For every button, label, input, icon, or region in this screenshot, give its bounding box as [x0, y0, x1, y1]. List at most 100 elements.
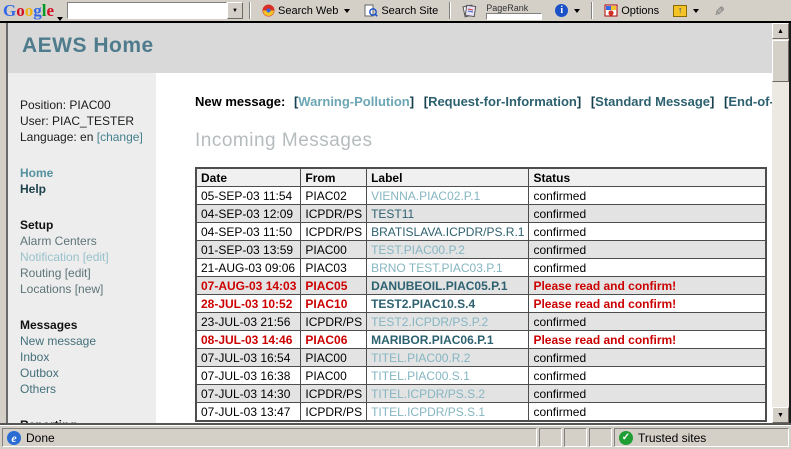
- highlight-button[interactable]: ✎: [708, 1, 729, 20]
- options-button[interactable]: Options: [599, 1, 664, 20]
- cell-date: 07-JUL-03 16:38: [196, 367, 301, 385]
- status-panel-security-zone: ✓ Trusted sites: [614, 428, 789, 447]
- message-label-link[interactable]: TITEL.ICPDR/PS.S.1: [371, 405, 485, 419]
- new-message-link-request-for-information[interactable]: [Request-for-Information]: [424, 94, 581, 109]
- section-title-messages: Messages: [20, 317, 156, 333]
- cell-label: TITEL.ICPDR/PS.S.2: [367, 385, 529, 403]
- cell-label: TEST2.PIAC10.S.4: [367, 295, 529, 313]
- section-title-setup: Setup: [20, 217, 156, 233]
- combo-arrow-icon: ▼: [232, 8, 238, 14]
- sidebar-item-home[interactable]: Home: [20, 165, 156, 181]
- scrollbar-track[interactable]: [772, 39, 789, 407]
- scroll-down-button[interactable]: ▼: [772, 407, 789, 423]
- sidebar-item-outbox[interactable]: Outbox: [20, 365, 156, 381]
- page-info-button[interactable]: i: [550, 1, 585, 20]
- cell-from: ICPDR/PS: [301, 223, 367, 241]
- cell-status: confirmed: [529, 205, 766, 223]
- scroll-up-button[interactable]: ▲: [772, 23, 789, 39]
- sidebar-item-alarm-centers[interactable]: Alarm Centers: [20, 233, 156, 249]
- main-content: New message: [Warning-Pollution] [Reques…: [156, 73, 772, 423]
- table-row: 21-AUG-03 09:06PIAC03BRNO TEST.PIAC03.P.…: [196, 259, 766, 277]
- google-ball-icon: [262, 4, 275, 17]
- table-row: 23-JUL-03 21:56ICPDR/PSTEST2.ICPDR/PS.P.…: [196, 313, 766, 331]
- up-level-button[interactable]: ↑: [668, 1, 704, 20]
- cell-label: TEST.PIAC00.P.2: [367, 241, 529, 259]
- message-label-link[interactable]: BRNO TEST.PIAC03.P.1: [371, 261, 503, 275]
- scrollbar-thumb[interactable]: [772, 40, 789, 82]
- table-row: 07-JUL-03 14:30ICPDR/PSTITEL.ICPDR/PS.S.…: [196, 385, 766, 403]
- status-panel-empty: [539, 428, 562, 447]
- google-logo-text: Google: [3, 1, 54, 21]
- pagerank-label: PageRank: [486, 4, 546, 13]
- message-label-link[interactable]: MARIBOR.PIAC06.P.1: [371, 333, 493, 347]
- toolbar-search-combo: ▼: [67, 2, 243, 19]
- message-label-link[interactable]: TEST2.ICPDR/PS.P.2: [371, 315, 488, 329]
- cell-label: BRNO TEST.PIAC03.P.1: [367, 259, 529, 277]
- news-button[interactable]: [457, 1, 482, 20]
- sidebar-section-messages: Messages New message Inbox Outbox Others: [20, 317, 156, 397]
- page-info-dropdown-icon[interactable]: [574, 9, 580, 13]
- message-label-link[interactable]: DANUBEOIL.PIAC05.P.1: [371, 279, 507, 293]
- sidebar-item-locations-new[interactable]: Locations [new]: [20, 281, 156, 297]
- link-text: Standard Message: [595, 94, 710, 109]
- vertical-scrollbar[interactable]: ▲ ▼: [772, 23, 789, 423]
- table-row: 05-SEP-03 11:54PIAC02VIENNA.PIAC02.P.1co…: [196, 187, 766, 205]
- sidebar-item-help[interactable]: Help: [20, 181, 156, 197]
- search-input[interactable]: [67, 2, 227, 19]
- message-label-link[interactable]: VIENNA.PIAC02.P.1: [371, 189, 480, 203]
- message-label-link[interactable]: TITEL.PIAC00.R.2: [371, 351, 470, 365]
- logo-dropdown-icon[interactable]: [57, 17, 63, 21]
- column-header-date: Date: [196, 168, 301, 187]
- pagerank-bar: [486, 13, 542, 20]
- search-web-button[interactable]: Search Web: [257, 1, 355, 20]
- new-message-link-warning-pollution[interactable]: [Warning-Pollution]: [294, 94, 414, 109]
- up-level-dropdown-icon[interactable]: [693, 9, 699, 13]
- trusted-sites-text: Trusted sites: [638, 431, 706, 445]
- cell-status: confirmed: [529, 367, 766, 385]
- bracket: ]: [410, 94, 414, 109]
- status-panel-empty: [589, 428, 612, 447]
- search-web-dropdown-icon[interactable]: [344, 9, 350, 13]
- cell-from: PIAC03: [301, 259, 367, 277]
- new-message-link-standard-message[interactable]: [Standard Message]: [591, 94, 715, 109]
- google-logo[interactable]: Google: [3, 0, 63, 21]
- sidebar-item-routing-edit[interactable]: Routing [edit]: [20, 265, 156, 281]
- sidebar-item-notification-edit[interactable]: Notification [edit]: [20, 249, 156, 265]
- search-site-button[interactable]: Search Site: [359, 1, 443, 20]
- message-label-link[interactable]: TEST.PIAC00.P.2: [371, 243, 465, 257]
- table-header-row: Date From Label Status: [196, 168, 766, 187]
- cell-from: PIAC10: [301, 295, 367, 313]
- cell-from: ICPDR/PS: [301, 403, 367, 422]
- new-message-link-end-of-alert[interactable]: [End-of-Alert]: [724, 94, 772, 109]
- sidebar-item-inbox[interactable]: Inbox: [20, 349, 156, 365]
- table-row: 08-JUL-03 14:46PIAC06MARIBOR.PIAC06.P.1P…: [196, 331, 766, 349]
- cell-date: 23-JUL-03 21:56: [196, 313, 301, 331]
- sidebar-item-new-message[interactable]: New message: [20, 333, 156, 349]
- new-message-bar: New message: [Warning-Pollution] [Reques…: [195, 94, 772, 109]
- cell-label: TITEL.PIAC00.R.2: [367, 349, 529, 367]
- section-title-reporting: Reporting: [20, 417, 156, 423]
- google-toolbar: Google ▼ Search Web Search Site PageRank…: [0, 0, 791, 23]
- message-label-link[interactable]: TITEL.ICPDR/PS.S.2: [371, 387, 485, 401]
- status-text: Done: [26, 431, 55, 445]
- table-row: 07-AUG-03 14:03PIAC05DANUBEOIL.PIAC05.P.…: [196, 277, 766, 295]
- cell-label: TITEL.PIAC00.S.1: [367, 367, 529, 385]
- cell-label: DANUBEOIL.PIAC05.P.1: [367, 277, 529, 295]
- message-label-link[interactable]: TEST11: [371, 207, 414, 221]
- sidebar-nav-top: Home Help: [20, 165, 156, 197]
- pagerank-indicator[interactable]: PageRank: [486, 1, 546, 20]
- trusted-sites-icon: ✓: [619, 431, 633, 445]
- cell-status: confirmed: [529, 241, 766, 259]
- status-bar: e Done ✓ Trusted sites: [0, 425, 791, 449]
- message-label-link[interactable]: BRATISLAVA.ICPDR/PS.R.1: [371, 225, 524, 239]
- cell-status: confirmed: [529, 187, 766, 205]
- position-text: Position: PIAC00: [20, 97, 156, 113]
- language-change-link[interactable]: [change]: [97, 130, 143, 144]
- search-history-dropdown-button[interactable]: ▼: [227, 2, 243, 19]
- message-label-link[interactable]: TEST2.PIAC10.S.4: [371, 297, 475, 311]
- link-text: Request-for-Information: [428, 94, 577, 109]
- options-label: Options: [621, 5, 659, 17]
- cell-from: PIAC00: [301, 349, 367, 367]
- message-label-link[interactable]: TITEL.PIAC00.S.1: [371, 369, 470, 383]
- sidebar-item-others[interactable]: Others: [20, 381, 156, 397]
